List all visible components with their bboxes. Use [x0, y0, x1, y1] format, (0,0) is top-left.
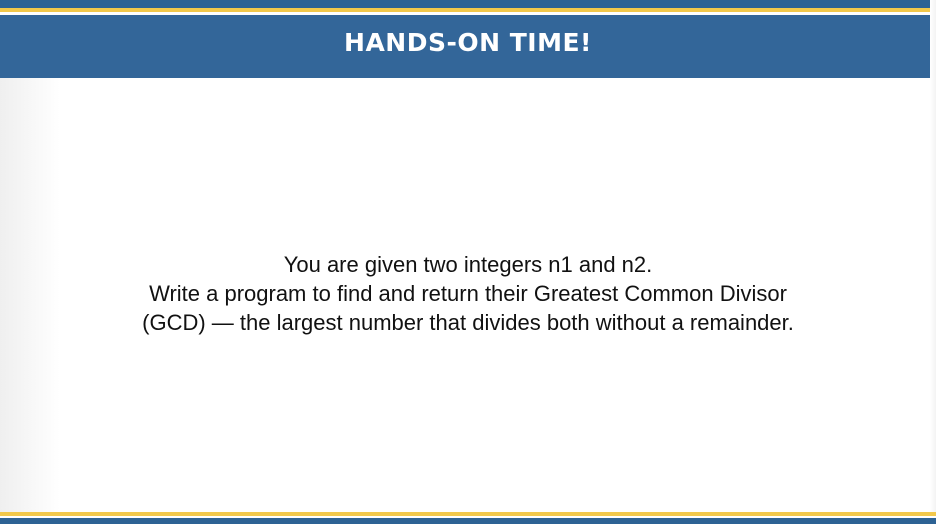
top-stripe-blue [0, 0, 936, 8]
slide-header: HANDS-ON TIME! [0, 15, 936, 78]
problem-line-2: Write a program to find and return their… [149, 281, 787, 306]
bottom-stripe-blue [0, 518, 936, 524]
slide: HANDS-ON TIME! You are given two integer… [0, 0, 936, 524]
left-shadow [0, 78, 60, 512]
problem-line-3: (GCD) — the largest number that divides … [142, 310, 794, 335]
slide-title: HANDS-ON TIME! [344, 28, 592, 57]
problem-statement: You are given two integers n1 and n2. Wr… [60, 250, 876, 337]
right-edge-shadow [930, 0, 936, 524]
problem-line-1: You are given two integers n1 and n2. [283, 252, 653, 277]
